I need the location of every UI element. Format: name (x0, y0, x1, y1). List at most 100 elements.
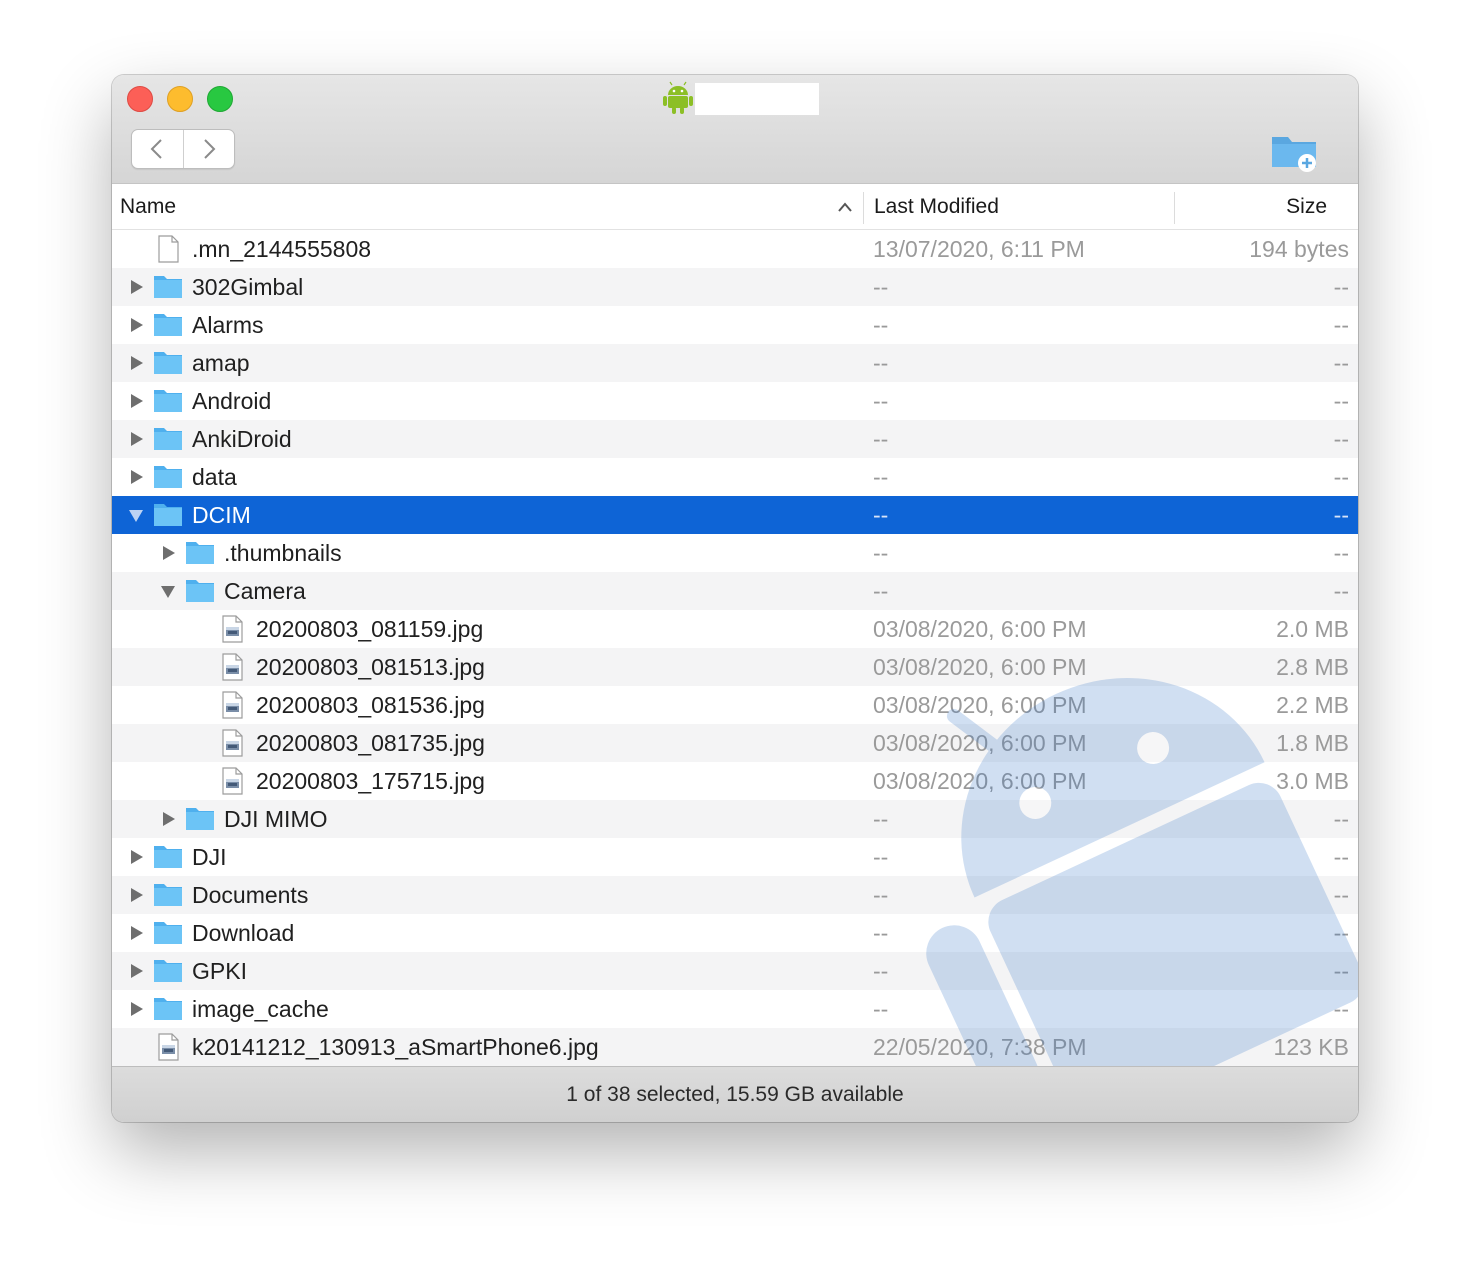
table-row[interactable]: Camera -- -- (112, 572, 1358, 610)
file-size: -- (1333, 996, 1349, 1022)
table-row[interactable]: 20200803_081735.jpg 03/08/2020, 6:00 PM 1.… (112, 724, 1358, 762)
folder-icon (154, 960, 182, 982)
disclosure-collapsed-icon[interactable] (128, 1001, 144, 1017)
image-file-icon (222, 653, 243, 681)
chevron-up-icon[interactable] (837, 199, 853, 215)
disclosure-collapsed-icon[interactable] (128, 963, 144, 979)
column-divider[interactable] (863, 192, 864, 224)
file-name: GPKI (192, 958, 247, 984)
file-modified: -- (873, 958, 889, 984)
file-size: -- (1333, 502, 1349, 528)
table-row[interactable]: 20200803_081513.jpg 03/08/2020, 6:00 PM 2.… (112, 648, 1358, 686)
table-row[interactable]: .thumbnails -- -- (112, 534, 1358, 572)
file-size: 194 bytes (1249, 236, 1349, 262)
file-modified: -- (873, 844, 889, 870)
chevron-left-icon (150, 139, 162, 159)
file-name: .thumbnails (224, 540, 342, 566)
table-row[interactable]: k20141212_130913_aSmartPhone6.jpg 22/05/2… (112, 1028, 1358, 1066)
table-row[interactable]: amap -- -- (112, 344, 1358, 382)
table-row[interactable]: 20200803_175715.jpg 03/08/2020, 6:00 PM 3.… (112, 762, 1358, 800)
file-name: amap (192, 350, 250, 376)
disclosure-collapsed-icon[interactable] (128, 849, 144, 865)
file-name: AnkiDroid (192, 426, 292, 452)
folder-icon (154, 884, 182, 906)
file-modified: 22/05/2020, 7:38 PM (873, 1034, 1087, 1060)
file-modified: 03/08/2020, 6:00 PM (873, 654, 1087, 680)
new-folder-icon[interactable] (1268, 129, 1320, 173)
column-divider[interactable] (1174, 192, 1175, 224)
file-modified: 03/08/2020, 6:00 PM (873, 730, 1087, 756)
table-row[interactable]: DJI -- -- (112, 838, 1358, 876)
image-file-icon (222, 615, 243, 643)
folder-icon (154, 998, 182, 1020)
disclosure-collapsed-icon[interactable] (128, 355, 144, 371)
image-file-icon (222, 691, 243, 719)
table-row[interactable]: 20200803_081536.jpg 03/08/2020, 6:00 PM 2.… (112, 686, 1358, 724)
status-bar: 1 of 38 selected, 15.59 GB available (112, 1066, 1358, 1122)
disclosure-collapsed-icon[interactable] (128, 279, 144, 295)
file-name: 20200803_081735.jpg (256, 730, 485, 756)
disclosure-collapsed-icon[interactable] (128, 925, 144, 941)
file-name: image_cache (192, 996, 329, 1022)
table-row[interactable]: Android -- -- (112, 382, 1358, 420)
table-row[interactable]: 302Gimbal -- -- (112, 268, 1358, 306)
table-row[interactable]: image_cache -- -- (112, 990, 1358, 1028)
table-row[interactable]: Documents -- -- (112, 876, 1358, 914)
folder-icon (154, 846, 182, 868)
file-size: -- (1333, 882, 1349, 908)
folder-icon (186, 808, 214, 830)
file-name: 20200803_175715.jpg (256, 768, 485, 794)
file-size: -- (1333, 426, 1349, 452)
file-modified: 03/08/2020, 6:00 PM (873, 692, 1087, 718)
file-modified: 03/08/2020, 6:00 PM (873, 616, 1087, 642)
file-size: 123 KB (1273, 1034, 1349, 1060)
file-name: DJI MIMO (224, 806, 328, 832)
file-name: Documents (192, 882, 309, 908)
document-icon (158, 235, 179, 263)
disclosure-collapsed-icon[interactable] (128, 887, 144, 903)
file-size: -- (1333, 312, 1349, 338)
column-header: Name Last Modified Size (112, 184, 1358, 230)
table-row[interactable]: DCIM -- -- (112, 496, 1358, 534)
column-size[interactable]: Size (1286, 184, 1327, 230)
chevron-right-icon (204, 139, 216, 159)
folder-icon (154, 352, 182, 374)
file-modified: -- (873, 806, 889, 832)
disclosure-collapsed-icon[interactable] (160, 811, 176, 827)
disclosure-collapsed-icon[interactable] (128, 393, 144, 409)
table-row[interactable]: 20200803_081159.jpg 03/08/2020, 6:00 PM 2.… (112, 610, 1358, 648)
close-button[interactable] (127, 86, 153, 112)
file-list: .mn_2144555808 13/07/2020, 6:11 PM 194 byt… (112, 230, 1358, 1066)
table-row[interactable]: Download -- -- (112, 914, 1358, 952)
column-last-modified[interactable]: Last Modified (874, 184, 999, 230)
disclosure-collapsed-icon[interactable] (128, 431, 144, 447)
column-name[interactable]: Name (120, 184, 176, 230)
disclosure-collapsed-icon[interactable] (160, 545, 176, 561)
file-name: 302Gimbal (192, 274, 304, 300)
file-name: Download (192, 920, 295, 946)
table-row[interactable]: .mn_2144555808 13/07/2020, 6:11 PM 194 byt… (112, 230, 1358, 268)
table-row[interactable]: Alarms -- -- (112, 306, 1358, 344)
file-name: Camera (224, 578, 306, 604)
image-file-icon (158, 1033, 179, 1061)
back-button[interactable] (132, 130, 183, 168)
disclosure-expanded-icon[interactable] (160, 583, 176, 599)
file-size: -- (1333, 464, 1349, 490)
disclosure-collapsed-icon[interactable] (128, 469, 144, 485)
file-size: 2.8 MB (1276, 654, 1349, 680)
file-name: Alarms (192, 312, 264, 338)
table-row[interactable]: AnkiDroid -- -- (112, 420, 1358, 458)
minimize-button[interactable] (167, 86, 193, 112)
disclosure-expanded-icon[interactable] (128, 507, 144, 523)
file-modified: -- (873, 920, 889, 946)
table-row[interactable]: data -- -- (112, 458, 1358, 496)
disclosure-collapsed-icon[interactable] (128, 317, 144, 333)
forward-button[interactable] (182, 130, 235, 168)
navigation-segmented-control (131, 129, 235, 169)
android-icon (663, 81, 693, 114)
file-size: 2.2 MB (1276, 692, 1349, 718)
folder-icon (154, 504, 182, 526)
zoom-button[interactable] (207, 86, 233, 112)
table-row[interactable]: GPKI -- -- (112, 952, 1358, 990)
table-row[interactable]: DJI MIMO -- -- (112, 800, 1358, 838)
